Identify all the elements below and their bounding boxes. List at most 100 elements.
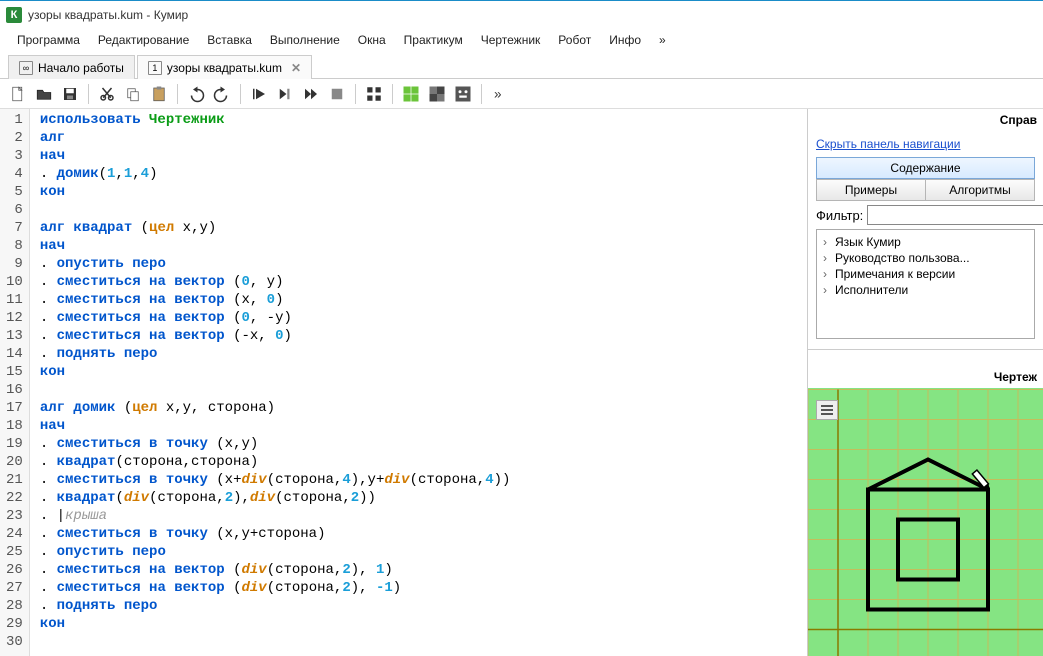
code-line[interactable]: алг домик (цел x,y, сторона) [40,399,807,417]
grid-small-icon[interactable] [362,82,386,106]
menu-»[interactable]: » [650,31,675,49]
code-line[interactable]: . сместиться на вектор (0, y) [40,273,807,291]
tab-label: Начало работы [38,61,124,75]
code-line[interactable]: . сместиться на вектор (div(сторона,2), … [40,579,807,597]
grid-robot-icon[interactable] [451,82,475,106]
line-number: 23 [6,507,23,525]
content-button[interactable]: Содержание [816,157,1035,179]
line-number: 2 [6,129,23,147]
help-tree: Язык КумирРуководство пользова...Примеча… [816,229,1035,339]
menu-Редактирование[interactable]: Редактирование [89,31,198,49]
menu-Робот[interactable]: Робот [549,31,600,49]
line-number: 21 [6,471,23,489]
window-title: узоры квадраты.kum - Кумир [28,8,188,22]
code-line[interactable]: алг квадрат (цел x,y) [40,219,807,237]
menu-Практикум[interactable]: Практикум [395,31,472,49]
code-line[interactable]: . сместиться на вектор (-x, 0) [40,327,807,345]
code-line[interactable]: . сместиться на вектор (div(сторона,2), … [40,561,807,579]
paste-icon[interactable] [147,82,171,106]
line-number: 11 [6,291,23,309]
run-fast-icon[interactable] [299,82,323,106]
line-number: 13 [6,327,23,345]
code-line[interactable]: . опустить перо [40,543,807,561]
code-editor[interactable]: использовать Чертежникалгнач. домик(1,1,… [30,109,807,656]
menu-Инфо[interactable]: Инфо [600,31,650,49]
code-line[interactable]: . квадрат(div(сторона,2),div(сторона,2)) [40,489,807,507]
run-start-icon[interactable] [247,82,271,106]
run-step-icon[interactable] [273,82,297,106]
code-line[interactable]: кон [40,363,807,381]
line-number: 3 [6,147,23,165]
code-line[interactable]: . сместиться в точку (x,y+сторона) [40,525,807,543]
code-line[interactable]: . сместиться на вектор (x, 0) [40,291,807,309]
tree-item[interactable]: Язык Кумир [823,234,1028,250]
undo-icon[interactable] [184,82,208,106]
separator [240,84,241,104]
grid-green-icon[interactable] [399,82,423,106]
menu-Программа[interactable]: Программа [8,31,89,49]
menu-Вставка[interactable]: Вставка [198,31,261,49]
toolbar: » [0,79,1043,109]
cut-icon[interactable] [95,82,119,106]
overflow-icon[interactable]: » [488,82,512,106]
tabbar: ∞Начало работы 1 узоры квадраты.kum ✕ [0,51,1043,79]
redo-icon[interactable] [210,82,234,106]
code-line[interactable]: . поднять перо [40,345,807,363]
tree-item[interactable]: Руководство пользова... [823,250,1028,266]
separator [355,84,356,104]
code-line[interactable]: кон [40,183,807,201]
copy-icon[interactable] [121,82,145,106]
open-file-icon[interactable] [32,82,56,106]
code-line[interactable]: . поднять перо [40,597,807,615]
filter-input[interactable] [867,205,1043,225]
canvas-menu-icon[interactable] [816,400,838,420]
code-line[interactable]: . сместиться в точку (x+div(сторона,4),y… [40,471,807,489]
menu-Чертежник[interactable]: Чертежник [472,31,550,49]
line-number: 26 [6,561,23,579]
line-number: 25 [6,543,23,561]
new-file-icon[interactable] [6,82,30,106]
line-number: 10 [6,273,23,291]
code-line[interactable]: . сместиться на вектор (0, -y) [40,309,807,327]
code-line[interactable]: . квадрат(сторона,сторона) [40,453,807,471]
line-number: 5 [6,183,23,201]
code-line[interactable] [40,381,807,399]
code-line[interactable]: использовать Чертежник [40,111,807,129]
code-line[interactable]: нач [40,237,807,255]
line-number: 17 [6,399,23,417]
stop-icon[interactable] [325,82,349,106]
line-number: 22 [6,489,23,507]
tree-item[interactable]: Примечания к версии [823,266,1028,282]
app-icon: К [6,7,22,23]
code-line[interactable]: . |крыша [40,507,807,525]
tree-item[interactable]: Исполнители [823,282,1028,298]
line-number: 7 [6,219,23,237]
code-line[interactable]: . опустить перо [40,255,807,273]
close-icon[interactable]: ✕ [291,61,301,75]
line-number: 15 [6,363,23,381]
line-number: 28 [6,597,23,615]
code-line[interactable] [40,201,807,219]
line-number: 20 [6,453,23,471]
hide-nav-link[interactable]: Скрыть панель навигации [816,137,960,151]
code-line[interactable]: нач [40,417,807,435]
tab[interactable]: 1 узоры квадраты.kum ✕ [137,55,312,79]
menu-Окна[interactable]: Окна [349,31,395,49]
algorithms-button[interactable]: Алгоритмы [925,179,1035,201]
examples-button[interactable]: Примеры [816,179,925,201]
code-line[interactable]: алг [40,129,807,147]
code-line[interactable] [40,633,807,651]
tab-label: узоры квадраты.kum [167,61,282,75]
drawing-canvas[interactable] [808,388,1043,656]
line-number: 6 [6,201,23,219]
code-line[interactable]: кон [40,615,807,633]
svg-text:»: » [494,86,502,101]
tab[interactable]: ∞Начало работы [8,55,135,79]
tab-badge-icon: 1 [148,61,162,75]
menu-Выполнение[interactable]: Выполнение [261,31,349,49]
code-line[interactable]: . сместиться в точку (x,y) [40,435,807,453]
save-file-icon[interactable] [58,82,82,106]
code-line[interactable]: нач [40,147,807,165]
code-line[interactable]: . домик(1,1,4) [40,165,807,183]
grid-dark-icon[interactable] [425,82,449,106]
